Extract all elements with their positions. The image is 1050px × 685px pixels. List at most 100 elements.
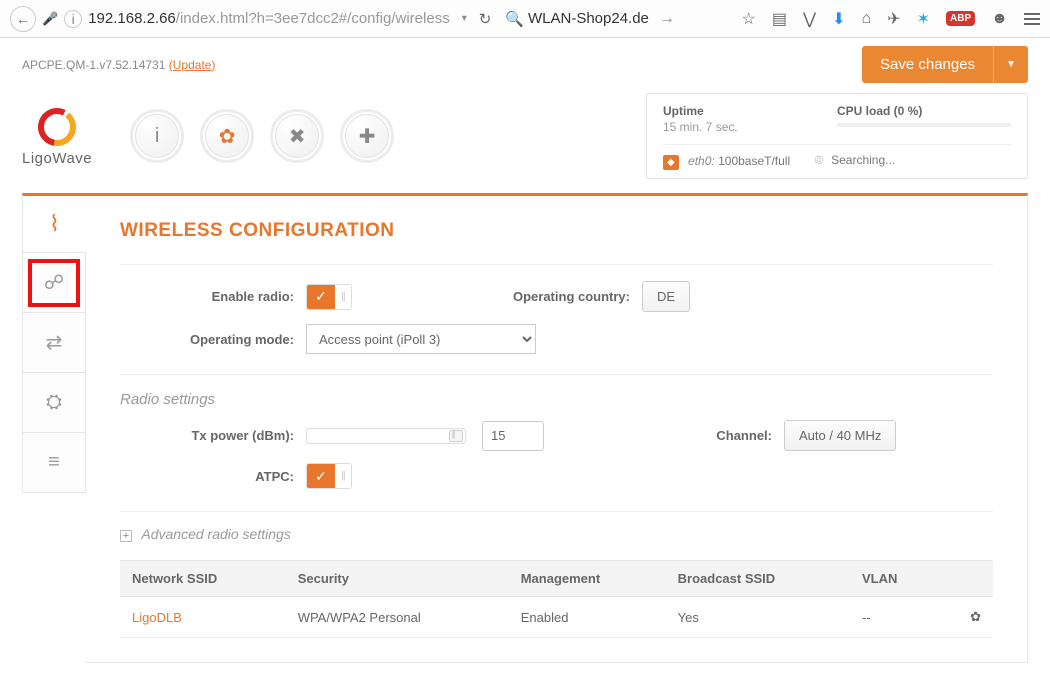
cell-security: WPA/WPA2 Personal	[286, 597, 509, 638]
sliders-icon: ≡	[48, 451, 60, 474]
save-changes-dropdown[interactable]: ▼	[993, 46, 1028, 83]
product-logo: LigoWave	[22, 106, 92, 167]
radio-settings-title: Radio settings	[120, 374, 993, 408]
page-title: WIRELESS CONFIGURATION	[120, 220, 993, 242]
col-management: Management	[509, 561, 666, 597]
nav-back-button[interactable]: ←	[10, 6, 36, 32]
enable-radio-toggle[interactable]: ✓	[306, 284, 352, 310]
ssid-link[interactable]: LigoDLB	[132, 610, 182, 625]
tab-traffic[interactable]: ⇄	[22, 313, 86, 373]
side-tabs: ⌇ ☍ ⇄ ⛭ ≡	[22, 193, 86, 663]
downloads-icon[interactable]: ⬇	[832, 9, 845, 29]
browser-menu-icon[interactable]	[1024, 10, 1040, 28]
wifi-searching-icon: ⦾	[814, 153, 824, 167]
firmware-version: APCPE.QM-1.v7.52.14731 (Update)	[22, 58, 215, 72]
col-ssid: Network SSID	[120, 561, 286, 597]
atpc-toggle[interactable]: ✓	[306, 463, 352, 489]
expand-icon: +	[120, 530, 132, 542]
url-bar[interactable]: 192.168.2.66/index.html?h=3ee7dcc2#/conf…	[88, 10, 450, 27]
atpc-label: ATPC:	[120, 469, 306, 484]
search-go-icon[interactable]: →	[659, 10, 675, 28]
browser-search-text: WLAN-Shop24.de	[528, 10, 649, 27]
uptime-value: 15 min. 7 sec.	[663, 120, 837, 134]
cell-broadcast: Yes	[666, 597, 850, 638]
toolbar-support-button[interactable]: ✚	[340, 109, 394, 163]
reader-icon[interactable]: ▤	[772, 9, 787, 29]
table-row: LigoDLB WPA/WPA2 Personal Enabled Yes --…	[120, 597, 993, 638]
smiley-icon[interactable]: ☻	[991, 10, 1008, 28]
logo-text: LigoWave	[22, 150, 92, 167]
enable-radio-label: Enable radio:	[120, 289, 306, 304]
channel-label: Channel:	[634, 428, 784, 443]
home-icon[interactable]: ⌂	[862, 10, 872, 28]
app-topstrip: APCPE.QM-1.v7.52.14731 (Update) Save cha…	[0, 38, 1050, 87]
toolbar-tools-button[interactable]: ✖	[270, 109, 324, 163]
cell-vlan: --	[850, 597, 940, 638]
search-icon: 🔍	[505, 10, 524, 28]
gear-icon: ✿	[219, 124, 236, 149]
browser-chrome: ← 🎤 i 192.168.2.66/index.html?h=3ee7dcc2…	[0, 0, 1050, 38]
save-changes-button[interactable]: Save changes	[862, 46, 993, 83]
firmware-text: APCPE.QM-1.v7.52.14731	[22, 58, 165, 72]
medkit-icon: ✚	[359, 124, 376, 149]
col-broadcast: Broadcast SSID	[666, 561, 850, 597]
cell-management: Enabled	[509, 597, 666, 638]
reload-icon[interactable]: ↻	[479, 10, 492, 28]
row-settings-icon[interactable]: ✿	[970, 609, 981, 624]
wifi-icon: ⌇	[49, 211, 60, 237]
browser-search[interactable]: 🔍 WLAN-Shop24.de	[505, 10, 649, 28]
advanced-radio-toggle[interactable]: + Advanced radio settings	[120, 511, 993, 542]
pocket-icon[interactable]: ⋁	[803, 9, 816, 29]
check-icon: ✓	[307, 464, 335, 488]
send-icon[interactable]: ✈	[887, 9, 900, 29]
tx-power-input[interactable]	[482, 421, 544, 451]
toolbar-settings-button[interactable]: ✿	[200, 109, 254, 163]
cpu-load-bar	[837, 123, 1011, 127]
status-panel: Uptime 15 min. 7 sec. CPU load (0 %) ◆ e…	[646, 93, 1028, 179]
eth-badge-icon: ◆	[663, 155, 679, 170]
tab-services[interactable]: ⛭	[22, 373, 86, 433]
logo-swoosh-icon	[36, 106, 78, 148]
operating-country-label: Operating country:	[492, 289, 642, 304]
tx-power-label: Tx power (dBm):	[120, 428, 306, 443]
header-row: LigoWave i ✿ ✖ ✚ Uptime 15 min. 7 sec. C…	[0, 87, 1050, 193]
url-host: 192.168.2.66	[88, 10, 176, 27]
advanced-title: Advanced radio settings	[141, 526, 290, 542]
wifi-status: ⦾ Searching...	[814, 153, 895, 168]
operating-mode-label: Operating mode:	[120, 332, 306, 347]
info-icon: i	[155, 125, 159, 148]
channel-button[interactable]: Auto / 40 MHz	[784, 420, 896, 451]
tx-power-slider[interactable]	[306, 428, 466, 444]
operating-country-button[interactable]: DE	[642, 281, 690, 312]
extension-icon[interactable]: ✶	[917, 9, 930, 29]
url-dropdown-icon[interactable]: ▾	[462, 13, 467, 24]
arrows-swap-icon: ⇄	[46, 330, 63, 355]
wifi-status-text: Searching...	[831, 153, 895, 167]
tools-icon: ✖	[289, 124, 306, 149]
page-security-icon[interactable]: 🎤	[42, 11, 58, 27]
tab-wireless[interactable]: ⌇	[22, 193, 86, 253]
url-path: /index.html?h=3ee7dcc2#/config/wireless	[176, 10, 450, 27]
page-info-icon[interactable]: i	[64, 10, 82, 28]
adblock-icon[interactable]: ABP	[946, 11, 975, 26]
main-layout: ⌇ ☍ ⇄ ⛭ ≡ WIRELESS CONFIGURATION Enable …	[0, 193, 1050, 685]
eth-mode: 100baseT/full	[718, 154, 790, 168]
tab-system[interactable]: ≡	[22, 433, 86, 493]
slider-thumb-icon	[449, 430, 463, 442]
ssid-table: Network SSID Security Management Broadca…	[120, 560, 993, 638]
eth-status: ◆ eth0: 100baseT/full	[663, 154, 790, 168]
col-security: Security	[286, 561, 509, 597]
eth-name: eth0:	[688, 154, 715, 168]
tab-network[interactable]: ☍	[22, 253, 86, 313]
bookmark-star-icon[interactable]: ☆	[742, 9, 756, 29]
check-icon: ✓	[307, 285, 335, 309]
operating-mode-select[interactable]: Access point (iPoll 3)	[306, 324, 536, 354]
gears-icon: ⛭	[46, 391, 62, 414]
toolbar-info-button[interactable]: i	[130, 109, 184, 163]
network-tree-icon: ☍	[44, 270, 64, 295]
firmware-update-link[interactable]: (Update)	[169, 58, 216, 72]
content-panel: WIRELESS CONFIGURATION Enable radio: ✓ O…	[86, 193, 1028, 663]
col-vlan: VLAN	[850, 561, 940, 597]
uptime-label: Uptime	[663, 104, 837, 118]
cpu-label: CPU load (0 %)	[837, 104, 1011, 118]
